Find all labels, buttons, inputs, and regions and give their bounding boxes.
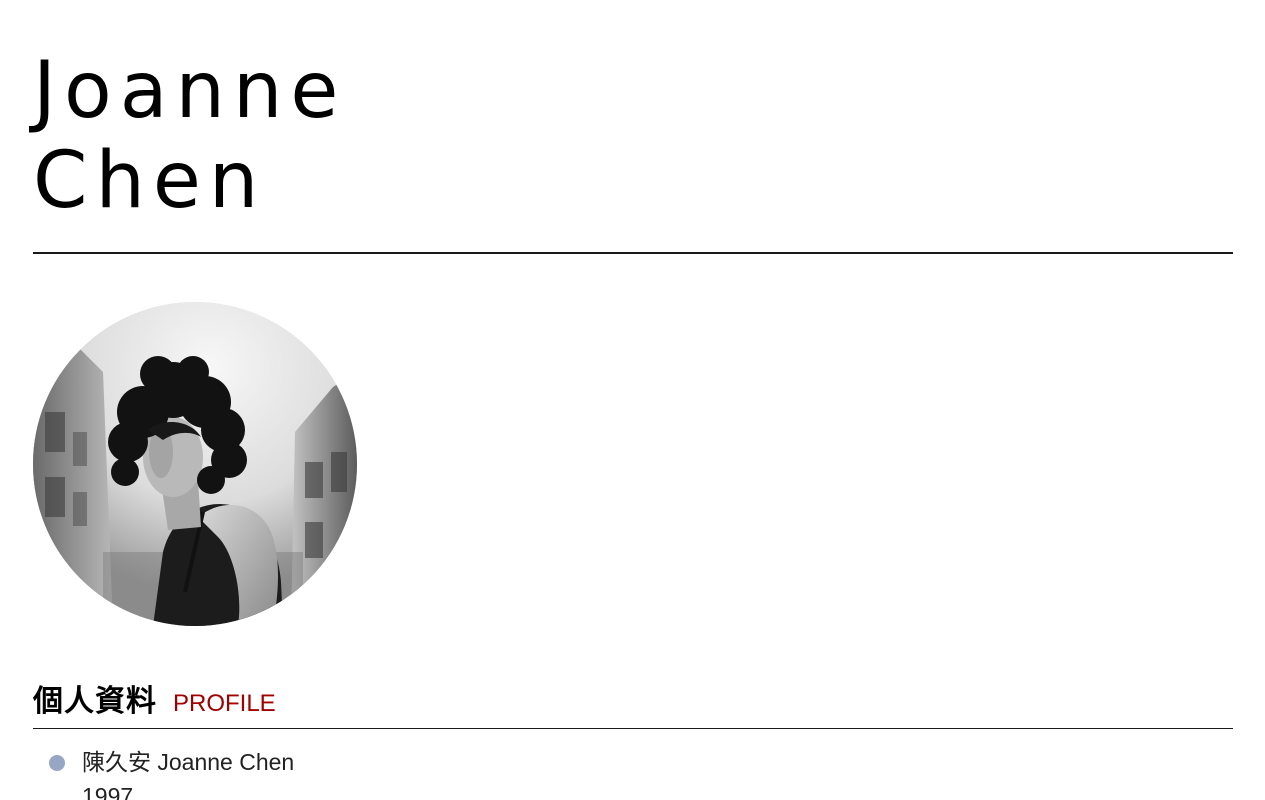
profile-section-header: 個人資料 PROFILE bbox=[33, 676, 276, 720]
avatar-photo bbox=[33, 302, 357, 626]
profile-list: 陳久安 Joanne Chen 1997 bbox=[48, 745, 294, 800]
header-divider bbox=[33, 252, 1233, 254]
list-item: 陳久安 Joanne Chen 1997 bbox=[48, 745, 294, 800]
section-title-en: PROFILE bbox=[173, 690, 276, 717]
first-name: Joanne bbox=[33, 46, 347, 136]
profile-name: 陳久安 Joanne Chen bbox=[82, 749, 295, 775]
section-divider bbox=[33, 728, 1233, 729]
resume-page: Joanne Chen 個人資料 PROFILE 陳久安 Joanne Chen… bbox=[0, 0, 1265, 800]
page-title: Joanne Chen bbox=[33, 46, 346, 226]
profile-birth-year: 1997 bbox=[82, 783, 134, 800]
bullet-dot-icon bbox=[49, 755, 65, 771]
avatar bbox=[33, 302, 357, 626]
section-title-zh: 個人資料 bbox=[33, 684, 157, 719]
last-name: Chen bbox=[33, 136, 267, 226]
